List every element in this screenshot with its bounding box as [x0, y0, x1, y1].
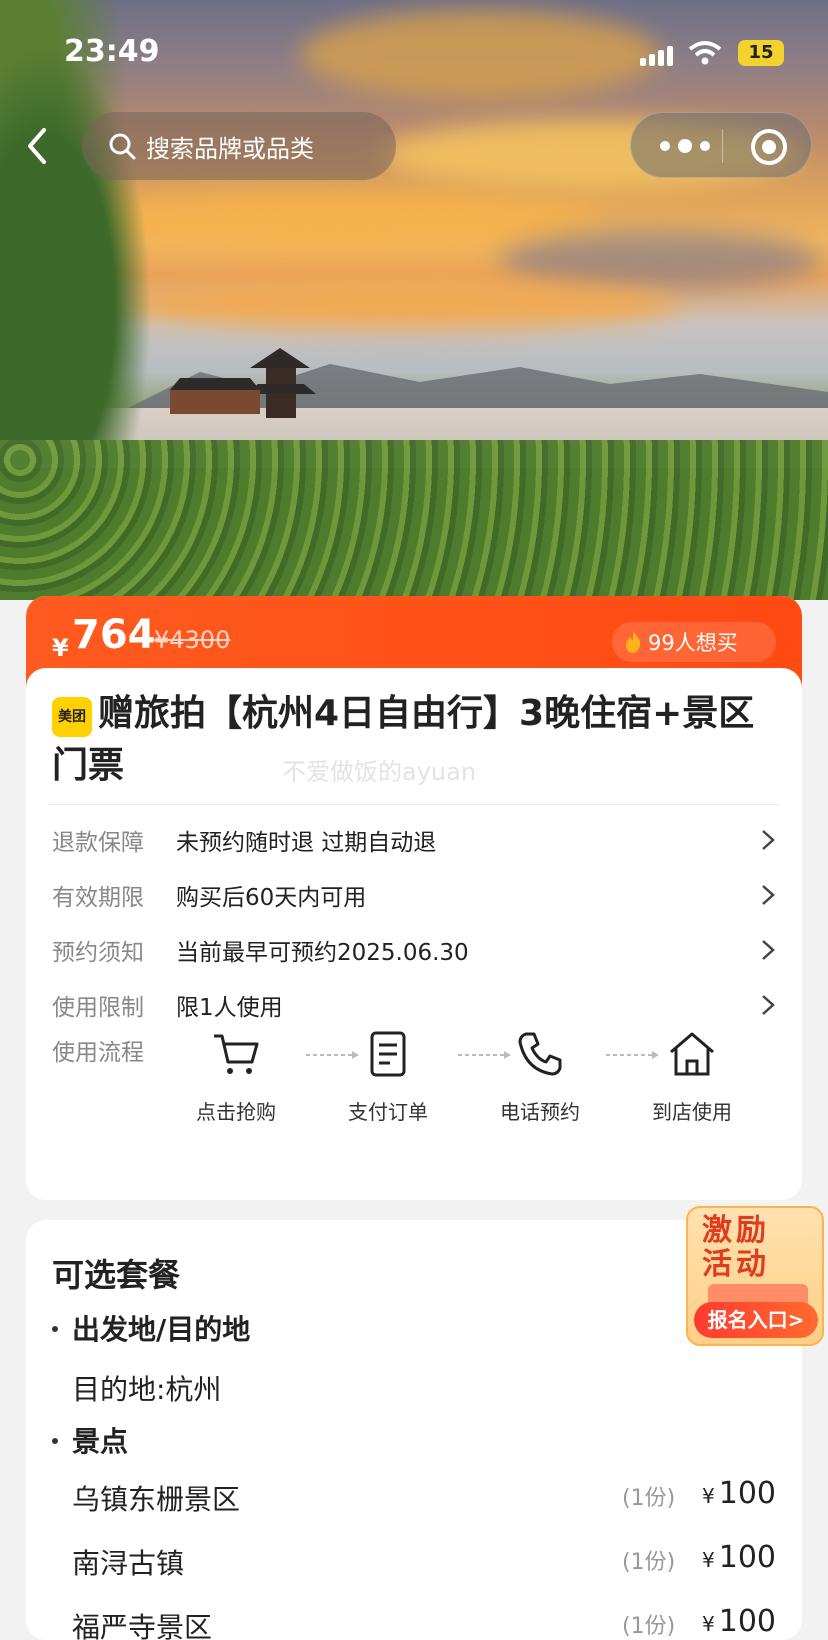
status-bar: 23:49 15: [0, 30, 828, 74]
spot-name: 南浔古镇: [72, 1547, 185, 1580]
search-icon: [109, 133, 136, 160]
price-value: 100: [718, 1476, 776, 1511]
order-icon: [370, 1031, 406, 1077]
currency-symbol: ¥: [52, 634, 69, 662]
more-icon[interactable]: [655, 133, 715, 159]
mini-program-capsule[interactable]: [630, 112, 812, 178]
spot-price: ¥100: [702, 1604, 776, 1639]
wifi-icon: [688, 41, 722, 65]
promo-badge[interactable]: 激励 活动 报名入口>: [686, 1206, 824, 1346]
list-item[interactable]: 南浔古镇 (1份) ¥100: [72, 1540, 776, 1582]
watermark: 不爱做饭的ayuan: [282, 758, 477, 786]
promo-line2: 活动: [702, 1247, 770, 1282]
bullet-dot: [52, 1326, 58, 1332]
step-label: 支付订单: [348, 1100, 428, 1124]
destination-text: 目的地:杭州: [72, 1373, 222, 1406]
step-visit: 到店使用: [632, 1028, 752, 1125]
chevron-right-icon: [762, 830, 775, 850]
promo-title: 激励 活动: [702, 1214, 770, 1282]
packages-title: 可选套餐: [52, 1256, 181, 1294]
bullet-dot: [52, 1438, 58, 1444]
meituan-badge: 美团: [52, 697, 92, 737]
close-target-icon[interactable]: [749, 127, 789, 167]
back-icon[interactable]: [22, 126, 52, 166]
current-price: 764: [72, 612, 156, 658]
product-details: 美团 赠旅拍【杭州4日自由行】3晚住宿+景区门票 不爱做饭的ayuan 退款保障 …: [26, 668, 802, 1180]
capsule-divider: [722, 129, 723, 163]
info-label: 有效期限: [52, 885, 144, 911]
step-label: 电话预约: [500, 1100, 580, 1124]
product-info-card: ¥ 764 ¥4300 99人想买 美团 赠旅拍【杭州4日自由行】3晚住宿+景区门…: [26, 596, 802, 1200]
section-origin: 出发地/目的地: [52, 1308, 250, 1348]
info-label: 预约须知: [52, 940, 144, 966]
chevron-right-icon: [762, 885, 775, 905]
search-bar[interactable]: 搜索品牌或品类: [82, 112, 396, 180]
info-row-booking[interactable]: 预约须知 当前最早可预约2025.06.30: [52, 930, 776, 970]
list-item[interactable]: 福严寺景区 (1份) ¥100: [72, 1604, 776, 1640]
promo-line1: 激励: [702, 1213, 770, 1248]
usage-flow: 点击抢购 支付订单 电话预约 到店使用: [176, 1028, 786, 1138]
spot-count: (1份): [622, 1550, 676, 1575]
spot-name: 乌镇东栅景区: [72, 1483, 241, 1516]
chevron-right-icon: [762, 940, 775, 960]
info-value: 限1人使用: [176, 995, 283, 1021]
step-buy: 点击抢购: [176, 1028, 296, 1125]
list-item[interactable]: 乌镇东栅景区 (1份) ¥100: [72, 1476, 776, 1518]
original-price: ¥4300: [154, 626, 231, 654]
section-label: 景点: [72, 1425, 129, 1458]
price-value: 100: [718, 1540, 776, 1575]
phone-icon: [518, 1032, 562, 1076]
info-label: 退款保障: [52, 830, 144, 856]
want-buy-text: 99人想买: [648, 631, 738, 655]
currency-symbol: ¥: [702, 1612, 715, 1636]
currency-symbol: ¥: [702, 1484, 715, 1508]
spot-count: (1份): [622, 1486, 676, 1511]
battery-indicator: 15: [738, 40, 784, 66]
hero-image: [0, 0, 828, 600]
currency-symbol: ¥: [702, 1548, 715, 1572]
info-label: 使用限制: [52, 995, 144, 1021]
info-row-limit[interactable]: 使用限制 限1人使用: [52, 985, 776, 1025]
section-spots: 景点: [52, 1420, 128, 1460]
step-call: 电话预约: [480, 1028, 600, 1125]
info-row-validity[interactable]: 有效期限 购买后60天内可用: [52, 875, 776, 915]
chevron-right-icon: [762, 995, 775, 1015]
spot-price: ¥100: [702, 1540, 776, 1575]
promo-signup-button[interactable]: 报名入口>: [694, 1302, 818, 1338]
spot-price: ¥100: [702, 1476, 776, 1511]
home-icon: [670, 1032, 714, 1076]
usage-flow-label-row: 使用流程: [52, 1030, 182, 1070]
step-label: 到店使用: [652, 1100, 732, 1124]
step-pay: 支付订单: [328, 1028, 448, 1125]
info-row-refund[interactable]: 退款保障 未预约随时退 过期自动退: [52, 820, 776, 860]
info-value: 当前最早可预约2025.06.30: [176, 940, 469, 966]
info-value: 未预约随时退 过期自动退: [176, 830, 437, 856]
want-buy-badge: 99人想买: [612, 622, 776, 662]
spot-name: 福严寺景区: [72, 1611, 213, 1640]
fire-icon: [626, 631, 641, 653]
lotus-field: [0, 440, 828, 600]
spot-count: (1份): [622, 1614, 676, 1639]
step-label: 点击抢购: [196, 1100, 276, 1124]
section-label: 出发地/目的地: [72, 1313, 251, 1346]
info-value: 购买后60天内可用: [176, 885, 367, 911]
pagoda-illustration: [170, 348, 316, 418]
usage-flow-label: 使用流程: [52, 1040, 144, 1066]
cart-icon: [214, 1034, 259, 1074]
price-value: 100: [718, 1604, 776, 1639]
signal-icon: [640, 44, 674, 66]
divider: [48, 804, 780, 805]
status-time: 23:49: [64, 34, 160, 69]
search-placeholder: 搜索品牌或品类: [146, 134, 314, 163]
